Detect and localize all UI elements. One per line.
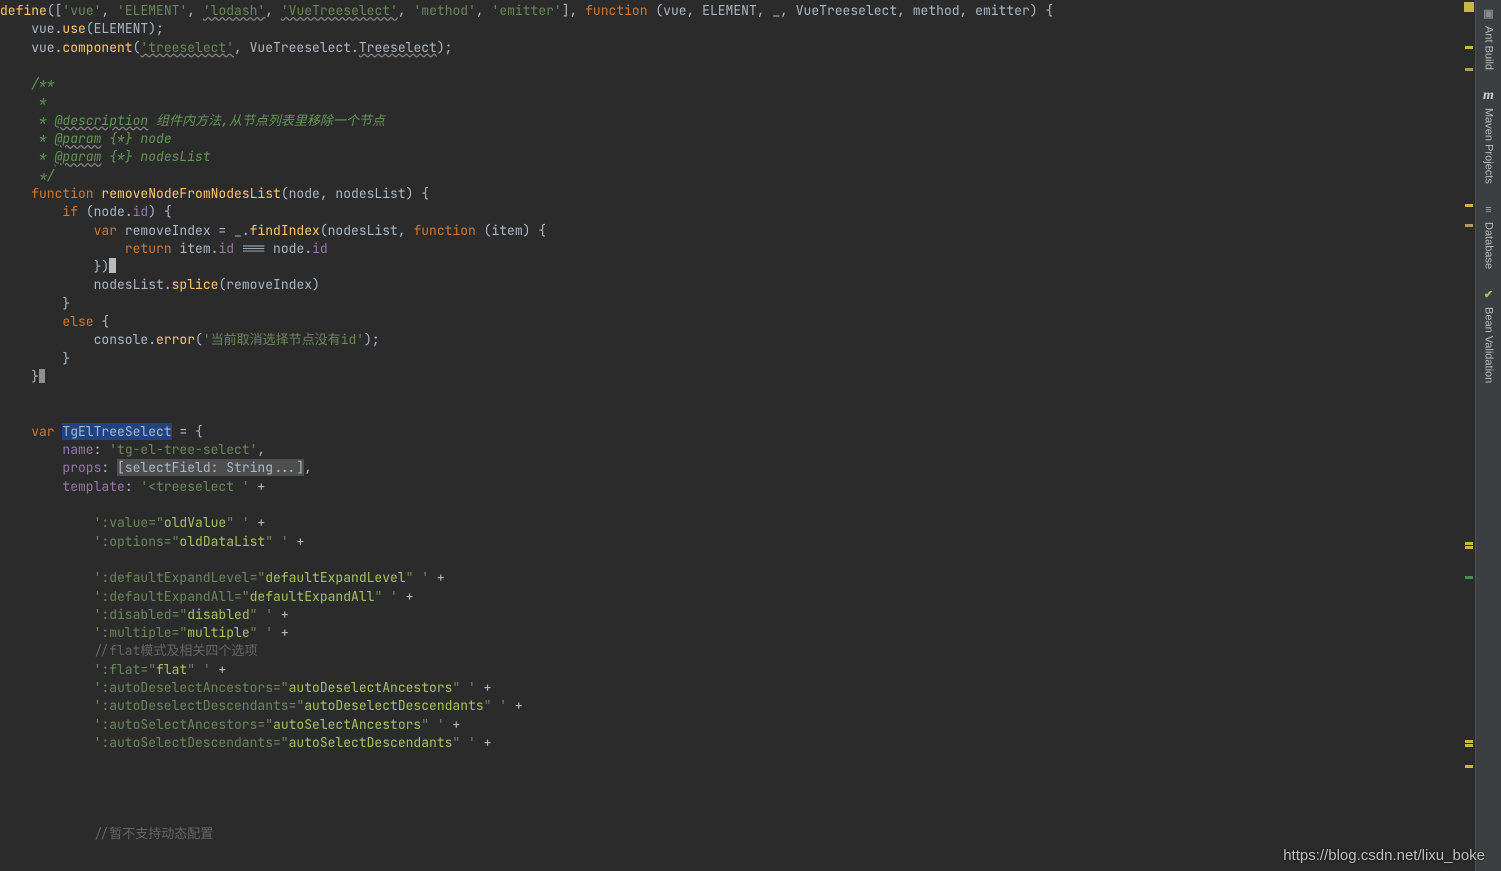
tool-ant-build[interactable]: ▣ Ant Build: [1479, 6, 1497, 70]
ant-icon: ▣: [1481, 6, 1497, 22]
tool-bean-validation[interactable]: ✔ Bean Validation: [1479, 287, 1497, 383]
stripe-mark[interactable]: [1465, 542, 1473, 545]
code-line: ':defaultExpandLevel="defaultExpandLevel…: [0, 569, 1475, 587]
database-icon: ≡: [1481, 202, 1497, 218]
tool-maven-projects[interactable]: m Maven Projects: [1479, 88, 1497, 184]
code-line: * @param {*} node: [0, 130, 1475, 148]
code-line: * @param {*} nodesList: [0, 148, 1475, 166]
code-line: * @description 组件内方法,从节点列表里移除一个节点: [0, 112, 1475, 130]
stripe-mark[interactable]: [1465, 744, 1473, 747]
text-caret: [109, 258, 116, 273]
code-line: }: [0, 350, 1475, 368]
code-line: }: [0, 368, 1475, 386]
stripe-mark[interactable]: [1465, 576, 1473, 579]
code-line: vue.component('treeselect', VueTreeselec…: [0, 39, 1475, 57]
code-line: ':autoSelectDescendants="autoSelectDesce…: [0, 734, 1475, 752]
code-line: function removeNodeFromNodesList(node, n…: [0, 185, 1475, 203]
code-line: ':defaultExpandAll="defaultExpandAll" ' …: [0, 588, 1475, 606]
code-line: ':autoSelectAncestors="autoSelectAncesto…: [0, 716, 1475, 734]
maven-icon: m: [1481, 88, 1497, 104]
stripe-mark[interactable]: [1465, 765, 1473, 768]
code-line: ':autoDeselectDescendants="autoDeselectD…: [0, 697, 1475, 715]
stripe-mark[interactable]: [1465, 6, 1473, 9]
error-stripe[interactable]: [1463, 0, 1475, 871]
stripe-mark[interactable]: [1465, 46, 1473, 49]
stripe-mark[interactable]: [1465, 740, 1473, 743]
code-line: ':autoDeselectAncestors="autoDeselectAnc…: [0, 679, 1475, 697]
watermark: https://blog.csdn.net/lixu_boke: [1283, 847, 1485, 865]
stripe-mark[interactable]: [1465, 68, 1473, 71]
code-line: }: [0, 295, 1475, 313]
code-line: define(['vue', 'ELEMENT', 'lodash', 'Vue…: [0, 2, 1475, 20]
tool-label: Bean Validation: [1479, 307, 1497, 383]
code-line: ':disabled="disabled" ' +: [0, 606, 1475, 624]
bean-icon: ✔: [1481, 287, 1497, 303]
code-line: console.error('当前取消选择节点没有id');: [0, 331, 1475, 349]
tool-database[interactable]: ≡ Database: [1479, 202, 1497, 269]
code-line: /**: [0, 75, 1475, 93]
stripe-mark[interactable]: [1465, 204, 1473, 207]
code-line: ':flat="flat" ' +: [0, 661, 1475, 679]
code-line: props: [selectField: String...],: [0, 459, 1475, 477]
code-line: vue.use(ELEMENT);: [0, 20, 1475, 38]
tool-label: Database: [1479, 222, 1497, 269]
code-line: nodesList.splice(removeIndex): [0, 276, 1475, 294]
code-line: ':multiple="multiple" ' +: [0, 624, 1475, 642]
code-line: var TgElTreeSelect = {: [0, 423, 1475, 441]
code-line: else {: [0, 313, 1475, 331]
code-line: }): [0, 258, 1475, 276]
code-line: ':value="oldValue" ' +: [0, 514, 1475, 532]
right-tool-sidebar: ▣ Ant Build m Maven Projects ≡ Database …: [1475, 0, 1501, 871]
code-line: //暂不支持动态配置: [0, 825, 1475, 843]
tool-label: Maven Projects: [1479, 108, 1497, 184]
code-line: var removeIndex = _.findIndex(nodesList,…: [0, 222, 1475, 240]
code-line: if (node.id) {: [0, 203, 1475, 221]
code-line: */: [0, 167, 1475, 185]
code-line: //flat模式及相关四个选项: [0, 642, 1475, 660]
code-line: [0, 551, 1475, 569]
code-line: template: '<treeselect ' +: [0, 478, 1475, 496]
code-line: name: 'tg-el-tree-select',: [0, 441, 1475, 459]
stripe-mark[interactable]: [1465, 224, 1473, 227]
code-line: *: [0, 93, 1475, 111]
code-line: ':options="oldDataList" ' +: [0, 533, 1475, 551]
stripe-mark[interactable]: [1465, 546, 1473, 549]
code-editor[interactable]: define(['vue', 'ELEMENT', 'lodash', 'Vue…: [0, 0, 1475, 871]
code-line: return item.id === node.id: [0, 240, 1475, 258]
tool-label: Ant Build: [1479, 26, 1497, 70]
